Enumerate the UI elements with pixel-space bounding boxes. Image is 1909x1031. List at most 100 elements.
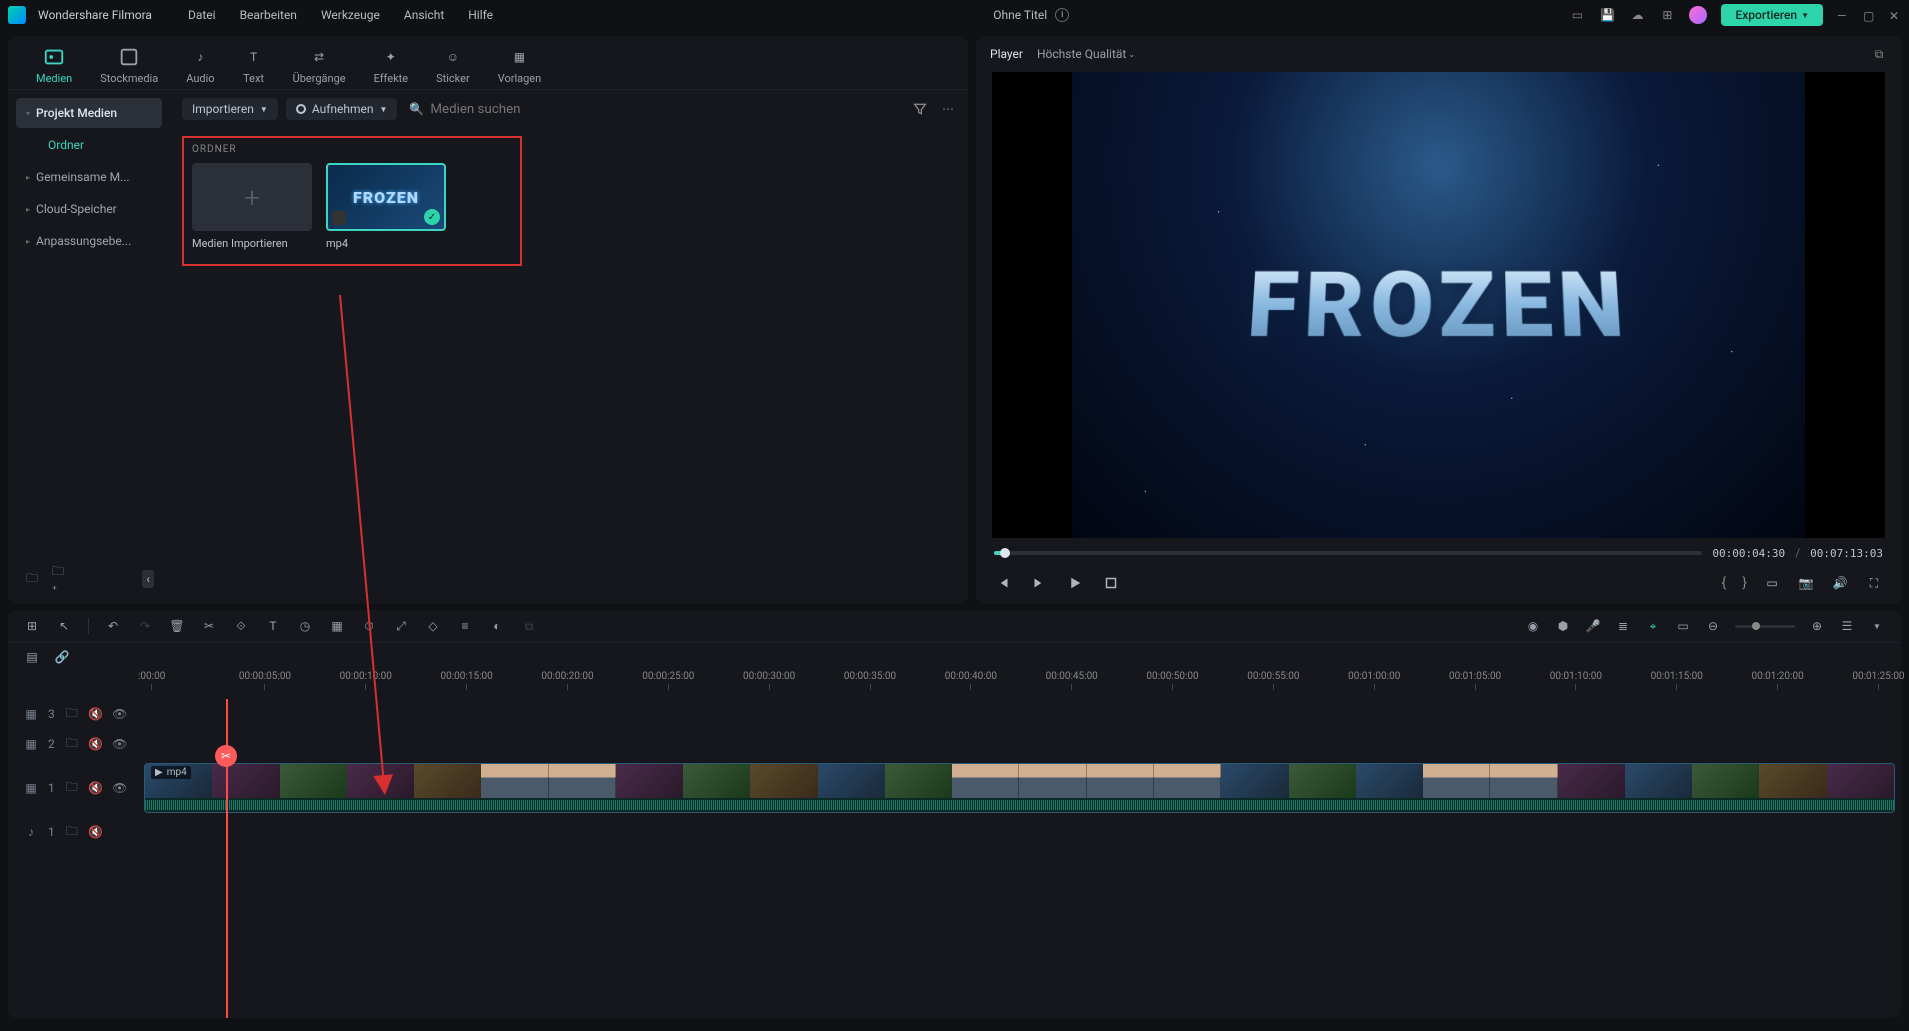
tracks-icon[interactable]: ▤ <box>24 649 40 665</box>
color-button[interactable]: ▦ <box>329 618 345 634</box>
keyframe-button[interactable]: ◇ <box>425 618 441 634</box>
menu-view[interactable]: Ansicht <box>404 8 444 22</box>
menu-help[interactable]: Hilfe <box>468 8 493 22</box>
tab-stockmedia[interactable]: Stockmedia <box>100 46 158 85</box>
grid-icon[interactable]: ⊞ <box>24 618 40 634</box>
redo-button[interactable]: ↷ <box>137 618 153 634</box>
magnet-icon[interactable]: ⌖ <box>1645 618 1661 634</box>
play-button[interactable] <box>1066 574 1084 592</box>
track-body-v3[interactable] <box>138 699 1901 729</box>
progress-thumb[interactable] <box>1000 548 1010 558</box>
tab-transitions[interactable]: ⇄ Übergänge <box>293 46 346 85</box>
cloud-icon[interactable]: ☁ <box>1629 7 1645 23</box>
marker-icon[interactable]: ⬢ <box>1555 618 1571 634</box>
expand-button[interactable]: ⤢ <box>393 618 409 634</box>
title-button[interactable]: T <box>265 618 281 634</box>
mask-button[interactable]: ◐ <box>489 618 505 634</box>
tab-templates[interactable]: ▦ Vorlagen <box>498 46 542 85</box>
stop-button[interactable] <box>1102 574 1120 592</box>
sidebar-item-project-media[interactable]: ▾ Projekt Medien <box>16 98 162 128</box>
fullscreen-icon[interactable]: ⛶ <box>1865 574 1883 592</box>
timeline-clip[interactable]: ▶ mp4 <box>144 763 1895 813</box>
sidebar-item-adjustment[interactable]: ▸ Anpassungsebe... <box>16 226 162 256</box>
track-body-v2[interactable] <box>138 729 1901 759</box>
record-button[interactable]: Aufnehmen ▼ <box>286 98 398 120</box>
prev-frame-button[interactable] <box>994 574 1012 592</box>
close-icon[interactable]: ✕ <box>1889 9 1901 21</box>
add-track-icon[interactable]: 🗀 <box>65 707 79 721</box>
folder-open-icon[interactable]: 🗀 <box>24 571 40 587</box>
import-media-thumb[interactable]: + Medien Importieren <box>192 163 312 250</box>
add-track-icon[interactable]: 🗀 <box>65 737 79 751</box>
info-icon[interactable]: i <box>1055 8 1069 22</box>
crop-button[interactable]: ⟐ <box>233 618 249 634</box>
mute-track-icon[interactable]: 🔇 <box>89 781 103 795</box>
next-frame-button[interactable] <box>1030 574 1048 592</box>
sidebar-item-folder[interactable]: Ordner <box>16 130 162 160</box>
timeline-ruler[interactable]: :00:0000:00:05:0000:00:10:0000:00:15:000… <box>138 671 1901 699</box>
sidebar-item-shared[interactable]: ▸ Gemeinsame M... <box>16 162 162 192</box>
minimize-icon[interactable]: — <box>1837 9 1849 21</box>
visibility-icon[interactable]: 👁 <box>113 707 127 721</box>
search-input[interactable] <box>430 102 570 117</box>
zoom-slider[interactable] <box>1735 625 1795 628</box>
new-folder-icon[interactable]: 🗀⁺ <box>52 571 68 587</box>
cut-button[interactable]: ✂ <box>201 618 217 634</box>
import-media-box[interactable]: + <box>192 163 312 231</box>
zoom-out-button[interactable]: ⊖ <box>1705 618 1721 634</box>
mark-out-button[interactable]: } <box>1742 575 1747 591</box>
filter-icon[interactable] <box>912 101 928 117</box>
visibility-icon[interactable]: 👁 <box>113 781 127 795</box>
timer-button[interactable]: ⏱ <box>361 618 377 634</box>
user-avatar[interactable] <box>1689 6 1707 24</box>
mute-track-icon[interactable]: 🔇 <box>89 707 103 721</box>
snapshot-icon[interactable]: 📷 <box>1797 574 1815 592</box>
tab-media[interactable]: Medien <box>36 46 72 85</box>
menu-file[interactable]: Datei <box>188 8 216 22</box>
more-icon[interactable]: ⋯ <box>940 101 956 117</box>
progress-bar[interactable] <box>994 551 1702 555</box>
track-body-v1[interactable]: ▶ mp4 <box>138 759 1901 817</box>
sidebar-item-cloud[interactable]: ▸ Cloud-Speicher <box>16 194 162 224</box>
add-track-icon[interactable]: 🗀 <box>65 781 79 795</box>
add-track-icon[interactable]: 🗀 <box>65 825 79 839</box>
mute-track-icon[interactable]: 🔇 <box>89 737 103 751</box>
menu-edit[interactable]: Bearbeiten <box>240 8 297 22</box>
volume-icon[interactable]: 🔊 <box>1831 574 1849 592</box>
tab-audio[interactable]: ♪ Audio <box>186 46 214 85</box>
chevron-down-icon[interactable]: ▼ <box>1869 618 1885 634</box>
export-button[interactable]: Exportieren ▼ <box>1721 4 1823 26</box>
delete-button[interactable]: 🗑 <box>169 618 185 634</box>
media-clip-box[interactable]: FROZEN ✓ <box>326 163 446 231</box>
collapse-sidebar-button[interactable]: ‹ <box>142 570 154 588</box>
player-viewport[interactable]: FROZEN <box>992 72 1885 538</box>
import-button[interactable]: Importieren ▼ <box>182 98 278 120</box>
track-body-a1[interactable] <box>138 817 1901 847</box>
mark-in-button[interactable]: { <box>1722 575 1727 591</box>
pointer-icon[interactable]: ↖ <box>56 618 72 634</box>
zoom-in-button[interactable]: ⊕ <box>1809 618 1825 634</box>
zoom-slider-thumb[interactable] <box>1752 622 1760 630</box>
mixer-icon[interactable]: ≣ <box>1615 618 1631 634</box>
quality-selector[interactable]: Höchste Qualität ⌄ <box>1037 47 1135 61</box>
mute-track-icon[interactable]: 🔇 <box>89 825 103 839</box>
cut-marker-icon[interactable]: ✂ <box>215 745 237 767</box>
list-view-icon[interactable]: ☰ <box>1839 618 1855 634</box>
float-window-icon[interactable]: ⧉ <box>1871 46 1887 62</box>
undo-button[interactable]: ↶ <box>105 618 121 634</box>
adjust-button[interactable]: ≡ <box>457 618 473 634</box>
save-icon[interactable]: 💾 <box>1599 7 1615 23</box>
link-toggle-icon[interactable]: 🔗 <box>54 649 70 665</box>
group-button[interactable]: ⧉ <box>521 618 537 634</box>
mic-icon[interactable]: 🎤 <box>1585 618 1601 634</box>
visibility-icon[interactable]: 👁 <box>113 737 127 751</box>
maximize-icon[interactable]: ▢ <box>1863 9 1875 21</box>
render-icon[interactable]: ◉ <box>1525 618 1541 634</box>
tab-effects[interactable]: ✦ Effekte <box>374 46 409 85</box>
screen-icon[interactable]: ▭ <box>1569 7 1585 23</box>
link-icon[interactable]: ▭ <box>1675 618 1691 634</box>
speed-button[interactable]: ◷ <box>297 618 313 634</box>
display-icon[interactable]: ▭ <box>1763 574 1781 592</box>
tab-sticker[interactable]: ☺ Sticker <box>436 46 470 85</box>
menu-tools[interactable]: Werkzeuge <box>321 8 380 22</box>
